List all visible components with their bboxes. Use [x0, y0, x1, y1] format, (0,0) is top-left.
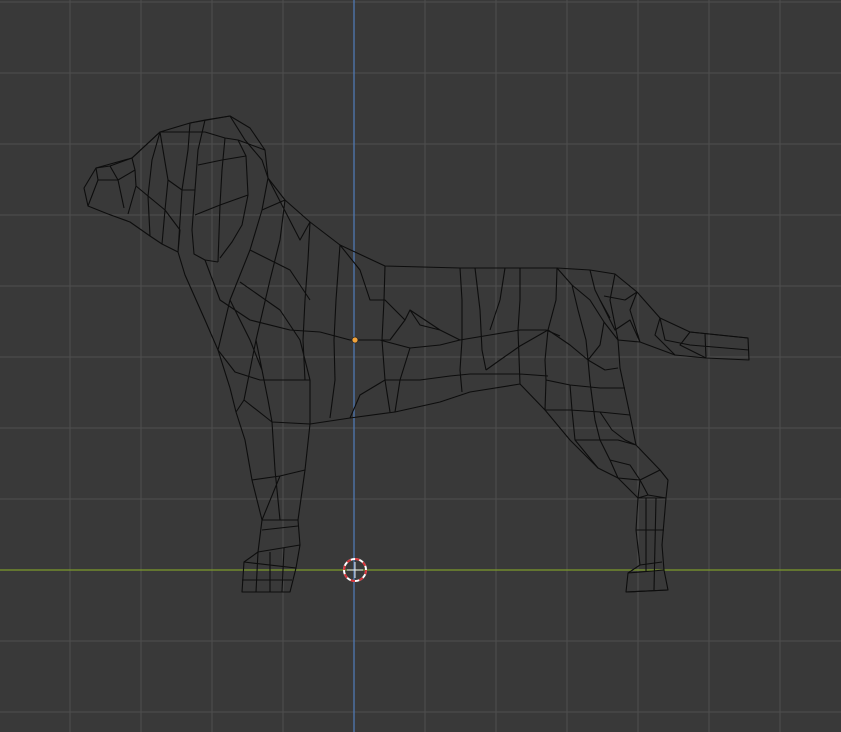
- object-origin-icon[interactable]: [351, 336, 359, 344]
- viewport-canvas[interactable]: [0, 0, 841, 732]
- 3d-viewport[interactable]: [0, 0, 841, 732]
- viewport-background: [0, 0, 841, 732]
- 3d-cursor-icon[interactable]: [343, 558, 367, 582]
